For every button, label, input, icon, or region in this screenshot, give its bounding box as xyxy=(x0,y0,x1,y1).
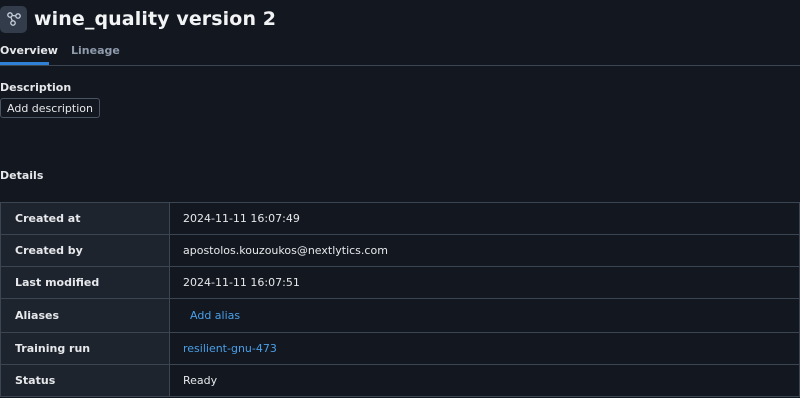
model-graph-icon xyxy=(0,5,27,33)
created-at-label: Created at xyxy=(1,203,170,234)
table-row: Last modified 2024-11-11 16:07:51 xyxy=(1,267,799,299)
table-row: Created by apostolos.kouzoukos@nextlytic… xyxy=(1,235,799,267)
page-title: wine_quality version 2 xyxy=(34,8,277,30)
details-heading: Details xyxy=(0,169,44,182)
active-tab-indicator xyxy=(0,62,49,65)
table-row: Status Ready xyxy=(1,365,799,396)
table-row: Training run resilient-gnu-473 xyxy=(1,333,799,365)
add-alias-link[interactable]: Add alias xyxy=(190,309,240,322)
created-by-label: Created by xyxy=(1,235,170,266)
details-table: Created at 2024-11-11 16:07:49 Created b… xyxy=(0,202,800,397)
add-description-button[interactable]: Add description xyxy=(0,98,100,118)
tab-lineage[interactable]: Lineage xyxy=(71,44,120,57)
aliases-label: Aliases xyxy=(1,299,170,332)
model-version-page: wine_quality version 2 Overview Lineage … xyxy=(0,0,800,398)
created-at-value: 2024-11-11 16:07:49 xyxy=(170,203,799,234)
last-modified-label: Last modified xyxy=(1,267,170,298)
training-run-link[interactable]: resilient-gnu-473 xyxy=(183,342,277,355)
created-by-value: apostolos.kouzoukos@nextlytics.com xyxy=(170,235,799,266)
page-header: wine_quality version 2 xyxy=(0,5,276,33)
table-row: Aliases Add alias xyxy=(1,299,799,333)
status-value: Ready xyxy=(170,365,799,396)
aliases-value: Add alias xyxy=(170,299,799,332)
training-run-value: resilient-gnu-473 xyxy=(170,333,799,364)
tab-overview[interactable]: Overview xyxy=(0,44,58,57)
last-modified-value: 2024-11-11 16:07:51 xyxy=(170,267,799,298)
table-row: Created at 2024-11-11 16:07:49 xyxy=(1,203,799,235)
description-heading: Description xyxy=(0,81,72,94)
status-label: Status xyxy=(1,365,170,396)
tab-bar: Overview Lineage xyxy=(0,40,800,66)
training-run-label: Training run xyxy=(1,333,170,364)
